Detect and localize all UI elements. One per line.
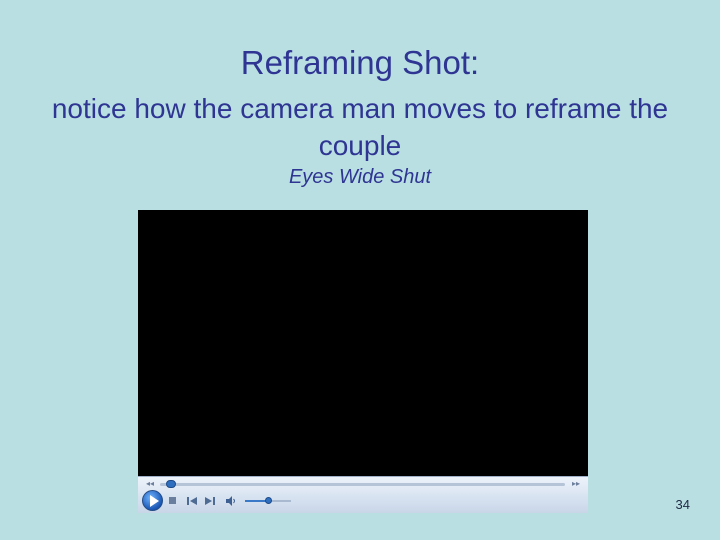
seek-thumb[interactable] [166,480,177,488]
play-button[interactable] [142,490,163,511]
next-icon[interactable] [204,495,216,507]
video-display[interactable] [138,210,588,476]
seek-back-icon[interactable]: ◂◂ [146,479,154,489]
stop-icon[interactable] [167,495,179,507]
seek-bar-row: ◂◂ ▸▸ [138,479,588,489]
speaker-icon[interactable] [225,495,237,507]
volume-thumb[interactable] [265,497,272,504]
slide-subtitle: notice how the camera man moves to refra… [51,93,669,161]
seek-bar[interactable] [160,480,565,488]
page-number: 34 [675,497,690,512]
volume-slider[interactable] [245,497,291,504]
media-player[interactable]: ◂◂ ▸▸ [138,210,588,513]
slide-title: Reframing Shot: [240,44,480,81]
slide: Reframing Shot: notice how the camera ma… [0,0,720,540]
seek-forward-icon[interactable]: ▸▸ [572,479,580,489]
control-buttons [138,490,588,512]
previous-icon[interactable] [186,495,198,507]
film-caption: Eyes Wide Shut [288,166,432,188]
play-icon [150,495,159,507]
player-controls: ◂◂ ▸▸ [138,476,588,513]
